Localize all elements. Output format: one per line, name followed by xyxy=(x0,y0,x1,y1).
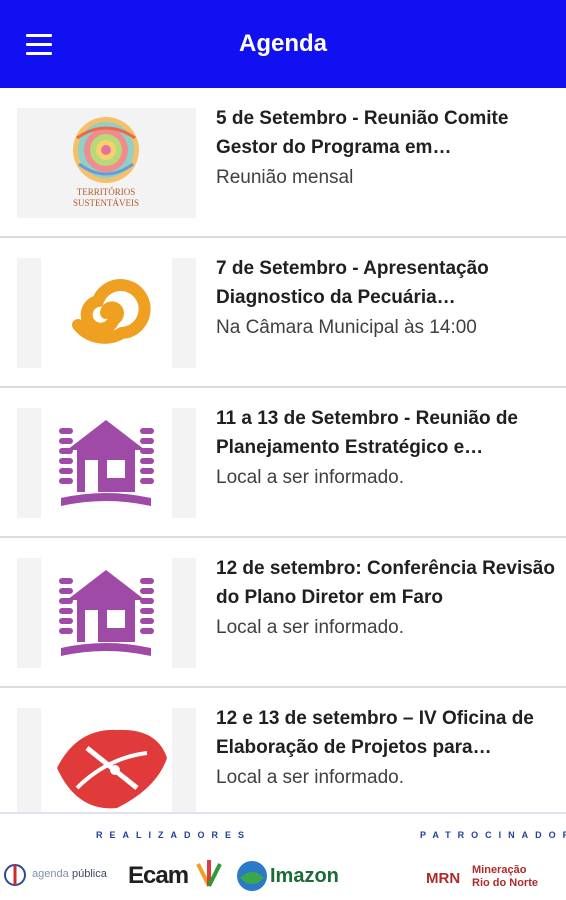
logo-text-1: TERRITÓRIOS xyxy=(77,187,136,197)
event-subtitle: Na Câmara Municipal às 14:00 xyxy=(216,317,477,338)
event-thumbnail xyxy=(17,558,196,668)
red-emblem-icon xyxy=(57,729,167,809)
ecam-logo: Ecam xyxy=(128,858,228,896)
event-thumbnail xyxy=(17,258,196,368)
patrocinador-label: PATROCINADOR xyxy=(420,830,566,840)
imazon-logo: Imazon xyxy=(236,860,340,894)
spiral-icon xyxy=(72,279,151,344)
event-subtitle: Reunião mensal xyxy=(216,167,354,188)
event-headline: 7 de Setembro - Apresentação Diagnostico… xyxy=(216,258,489,308)
house-icon xyxy=(59,570,154,656)
mrn-logo: MRN Mineração Rio do Norte xyxy=(426,864,538,889)
sponsors-footer: REALIZADORES PATROCINADOR agenda pública… xyxy=(0,812,566,900)
event-subtitle: Local a ser informado. xyxy=(216,617,404,638)
list-item[interactable]: 11 a 13 de Setembro - Reunião de Planeja… xyxy=(0,388,566,538)
page-title: Agenda xyxy=(238,30,327,57)
list-item[interactable]: 12 e 13 de setembro – IV Oficina de Elab… xyxy=(0,688,566,812)
event-list[interactable]: TERRITÓRIOS SUSTENTÁVEIS 5 de Setembro -… xyxy=(0,88,566,812)
agenda-publica-logo: agenda pública xyxy=(4,860,116,894)
realizadores-label: REALIZADORES xyxy=(96,830,252,840)
logo-text-2: SUSTENTÁVEIS xyxy=(73,198,139,208)
event-headline: 5 de Setembro - Reunião Comite Gestor do… xyxy=(216,108,509,158)
event-headline: 12 e 13 de setembro – IV Oficina de Elab… xyxy=(216,708,534,758)
house-icon xyxy=(59,420,154,506)
event-subtitle: Local a ser informado. xyxy=(216,467,404,488)
event-headline: 11 a 13 de Setembro - Reunião de Planeja… xyxy=(216,408,518,458)
event-headline: 12 de setembro: Conferência Revisão do P… xyxy=(216,558,555,608)
event-thumbnail xyxy=(17,408,196,518)
list-item[interactable]: 7 de Setembro - Apresentação Diagnostico… xyxy=(0,238,566,388)
territorios-sustentaveis-logo: TERRITÓRIOS SUSTENTÁVEIS xyxy=(73,117,139,208)
event-thumbnail xyxy=(17,708,196,812)
event-thumbnail: TERRITÓRIOS SUSTENTÁVEIS xyxy=(17,108,196,218)
list-item[interactable]: 12 de setembro: Conferência Revisão do P… xyxy=(0,538,566,688)
event-subtitle: Local a ser informado. xyxy=(216,767,404,788)
app-bar: Agenda xyxy=(0,0,566,88)
list-item[interactable]: TERRITÓRIOS SUSTENTÁVEIS 5 de Setembro -… xyxy=(0,88,566,238)
